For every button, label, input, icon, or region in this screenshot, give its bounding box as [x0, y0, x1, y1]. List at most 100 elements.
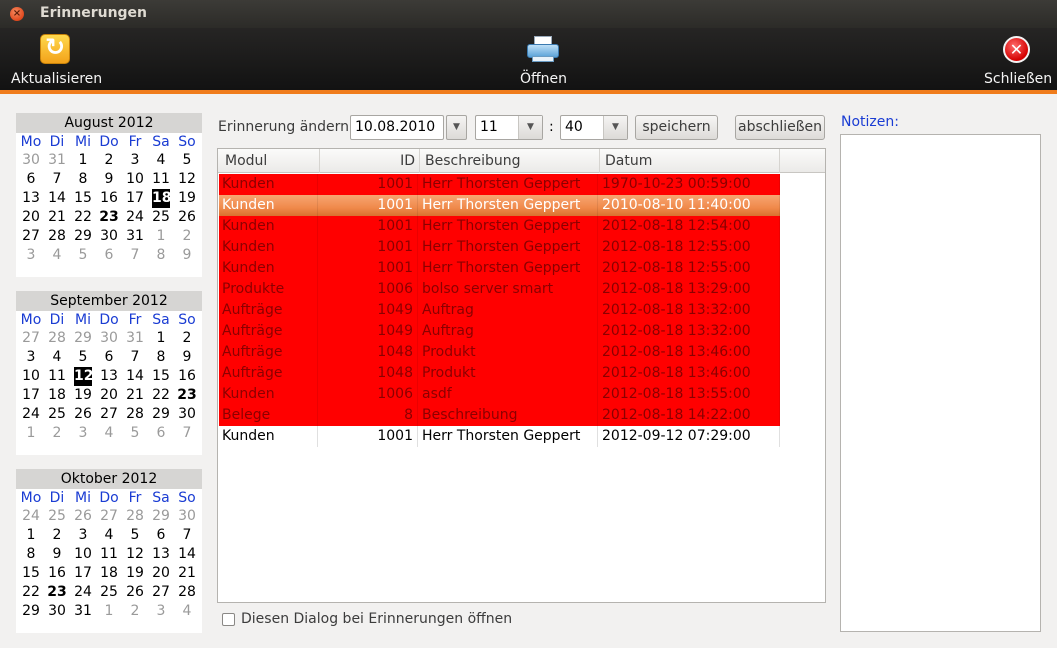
- calendar-day[interactable]: 4: [44, 246, 70, 265]
- column-header-modul[interactable]: Modul: [218, 149, 320, 173]
- calendar-day[interactable]: 27: [96, 507, 122, 526]
- calendar-day[interactable]: 30: [96, 329, 122, 348]
- calendar-day[interactable]: 22: [18, 583, 44, 602]
- date-dropdown-button[interactable]: ▼: [446, 115, 467, 140]
- calendar-day[interactable]: 26: [122, 583, 148, 602]
- calendar-day[interactable]: 30: [96, 227, 122, 246]
- calendar-day[interactable]: 4: [44, 348, 70, 367]
- calendar-day[interactable]: 4: [96, 526, 122, 545]
- calendar-day[interactable]: 29: [70, 329, 96, 348]
- calendar-day[interactable]: 27: [18, 227, 44, 246]
- open-button[interactable]: Öffnen: [500, 28, 586, 90]
- column-header-datum[interactable]: Datum: [600, 149, 780, 173]
- calendar-day[interactable]: 6: [96, 246, 122, 265]
- calendar-day[interactable]: 29: [148, 507, 174, 526]
- calendar-day[interactable]: 7: [44, 170, 70, 189]
- calendar-day-selected[interactable]: 12: [74, 367, 93, 386]
- calendar-day[interactable]: 25: [44, 507, 70, 526]
- calendar-day[interactable]: 11: [96, 545, 122, 564]
- calendar-day[interactable]: 7: [122, 348, 148, 367]
- calendar-day[interactable]: 4: [148, 151, 174, 170]
- reminders-table[interactable]: Modul ID Beschreibung Datum Kunden 1001 He…: [217, 148, 826, 603]
- calendar-day[interactable]: 21: [174, 564, 200, 583]
- calendar-day[interactable]: 6: [148, 424, 174, 443]
- window-close-icon[interactable]: ×: [10, 7, 24, 21]
- calendar-day[interactable]: 23: [174, 386, 200, 405]
- calendar-day[interactable]: 8: [148, 246, 174, 265]
- calendar-day[interactable]: 9: [44, 545, 70, 564]
- calendar-day[interactable]: 7: [174, 424, 200, 443]
- calendar-day[interactable]: 30: [44, 602, 70, 621]
- calendar-day[interactable]: 4: [174, 602, 200, 621]
- calendar-day[interactable]: 15: [70, 189, 96, 208]
- save-button[interactable]: speichern: [635, 115, 718, 140]
- calendar-day[interactable]: 28: [122, 405, 148, 424]
- calendar-day-selected[interactable]: 18: [152, 189, 171, 208]
- calendar-day[interactable]: 1: [148, 329, 174, 348]
- table-row[interactable]: Aufträge 1048 Produkt 2012-08-18 13:46:00: [219, 342, 780, 363]
- calendar-day[interactable]: 31: [122, 227, 148, 246]
- calendar-day[interactable]: 31: [44, 151, 70, 170]
- table-row[interactable]: Aufträge 1049 Auftrag 2012-08-18 13:32:00: [219, 321, 780, 342]
- table-row[interactable]: Kunden 1001 Herr Thorsten Geppert 2012-08-1…: [219, 216, 780, 237]
- calendar-day[interactable]: 22: [70, 208, 96, 227]
- table-row[interactable]: Belege 8 Beschreibung 2012-08-18 14:22:00: [219, 405, 780, 426]
- calendar-day[interactable]: 25: [148, 208, 174, 227]
- calendar-day[interactable]: 17: [122, 189, 148, 208]
- calendar-day[interactable]: 23: [44, 583, 70, 602]
- calendar-day[interactable]: 16: [44, 564, 70, 583]
- table-row[interactable]: Kunden 1006 asdf 2012-08-18 13:55:00: [219, 384, 780, 405]
- calendar-day[interactable]: 4: [96, 424, 122, 443]
- calendar-day[interactable]: 25: [96, 583, 122, 602]
- calendar-day[interactable]: 9: [174, 246, 200, 265]
- calendar-day[interactable]: 2: [174, 227, 200, 246]
- calendar-day[interactable]: 30: [18, 151, 44, 170]
- open-on-reminder-checkbox[interactable]: [222, 613, 235, 626]
- calendar-day[interactable]: 24: [122, 208, 148, 227]
- calendar-day[interactable]: 1: [148, 227, 174, 246]
- calendar-day[interactable]: 11: [44, 367, 70, 386]
- calendar-day[interactable]: 1: [96, 602, 122, 621]
- calendar-day[interactable]: 20: [148, 564, 174, 583]
- calendar-day[interactable]: 25: [44, 405, 70, 424]
- calendar-day[interactable]: 26: [70, 507, 96, 526]
- calendar-day[interactable]: 12: [174, 170, 200, 189]
- calendar-day[interactable]: 31: [122, 329, 148, 348]
- calendar-day[interactable]: 14: [174, 545, 200, 564]
- calendar-day[interactable]: 8: [18, 545, 44, 564]
- calendar-day[interactable]: 7: [122, 246, 148, 265]
- calendar-day[interactable]: 2: [96, 151, 122, 170]
- calendar-day[interactable]: 5: [174, 151, 200, 170]
- calendar-day[interactable]: 13: [18, 189, 44, 208]
- table-row[interactable]: Kunden 1001 Herr Thorsten Geppert 1970-10-2…: [219, 174, 780, 195]
- calendar-day[interactable]: 7: [174, 526, 200, 545]
- calendar-day[interactable]: 19: [174, 189, 200, 208]
- calendar-day[interactable]: 27: [96, 405, 122, 424]
- calendar-day[interactable]: 6: [96, 348, 122, 367]
- table-row[interactable]: Kunden 1001 Herr Thorsten Geppert 2012-08-1…: [219, 237, 780, 258]
- calendar-day[interactable]: 27: [18, 329, 44, 348]
- calendar-day[interactable]: 20: [18, 208, 44, 227]
- calendar-day[interactable]: 29: [70, 227, 96, 246]
- table-row[interactable]: Kunden 1001 Herr Thorsten Geppert 2010-08-1…: [219, 195, 780, 216]
- calendar-day[interactable]: 31: [70, 602, 96, 621]
- calendar-day[interactable]: 30: [174, 507, 200, 526]
- calendar-day[interactable]: 20: [96, 386, 122, 405]
- calendar-day[interactable]: 16: [96, 189, 122, 208]
- calendar-day[interactable]: 24: [18, 405, 44, 424]
- calendar-day[interactable]: 8: [70, 170, 96, 189]
- calendar-day[interactable]: 17: [18, 386, 44, 405]
- calendar-day[interactable]: 1: [70, 151, 96, 170]
- calendar-day[interactable]: 28: [122, 507, 148, 526]
- table-row[interactable]: Produkte 1006 bolso server smart 2012-08-18…: [219, 279, 780, 300]
- calendar-day[interactable]: 6: [148, 526, 174, 545]
- complete-button[interactable]: abschließen: [735, 115, 825, 140]
- calendar-day[interactable]: 3: [70, 424, 96, 443]
- calendar-day[interactable]: 29: [18, 602, 44, 621]
- date-field[interactable]: 10.08.2010: [350, 115, 444, 140]
- table-row[interactable]: Aufträge 1048 Produkt 2012-08-18 13:46:00: [219, 363, 780, 384]
- calendar-day[interactable]: 3: [18, 246, 44, 265]
- table-row[interactable]: Kunden 1001 Herr Thorsten Geppert 2012-08-1…: [219, 258, 780, 279]
- calendar-day[interactable]: 3: [122, 151, 148, 170]
- calendar-day[interactable]: 17: [70, 564, 96, 583]
